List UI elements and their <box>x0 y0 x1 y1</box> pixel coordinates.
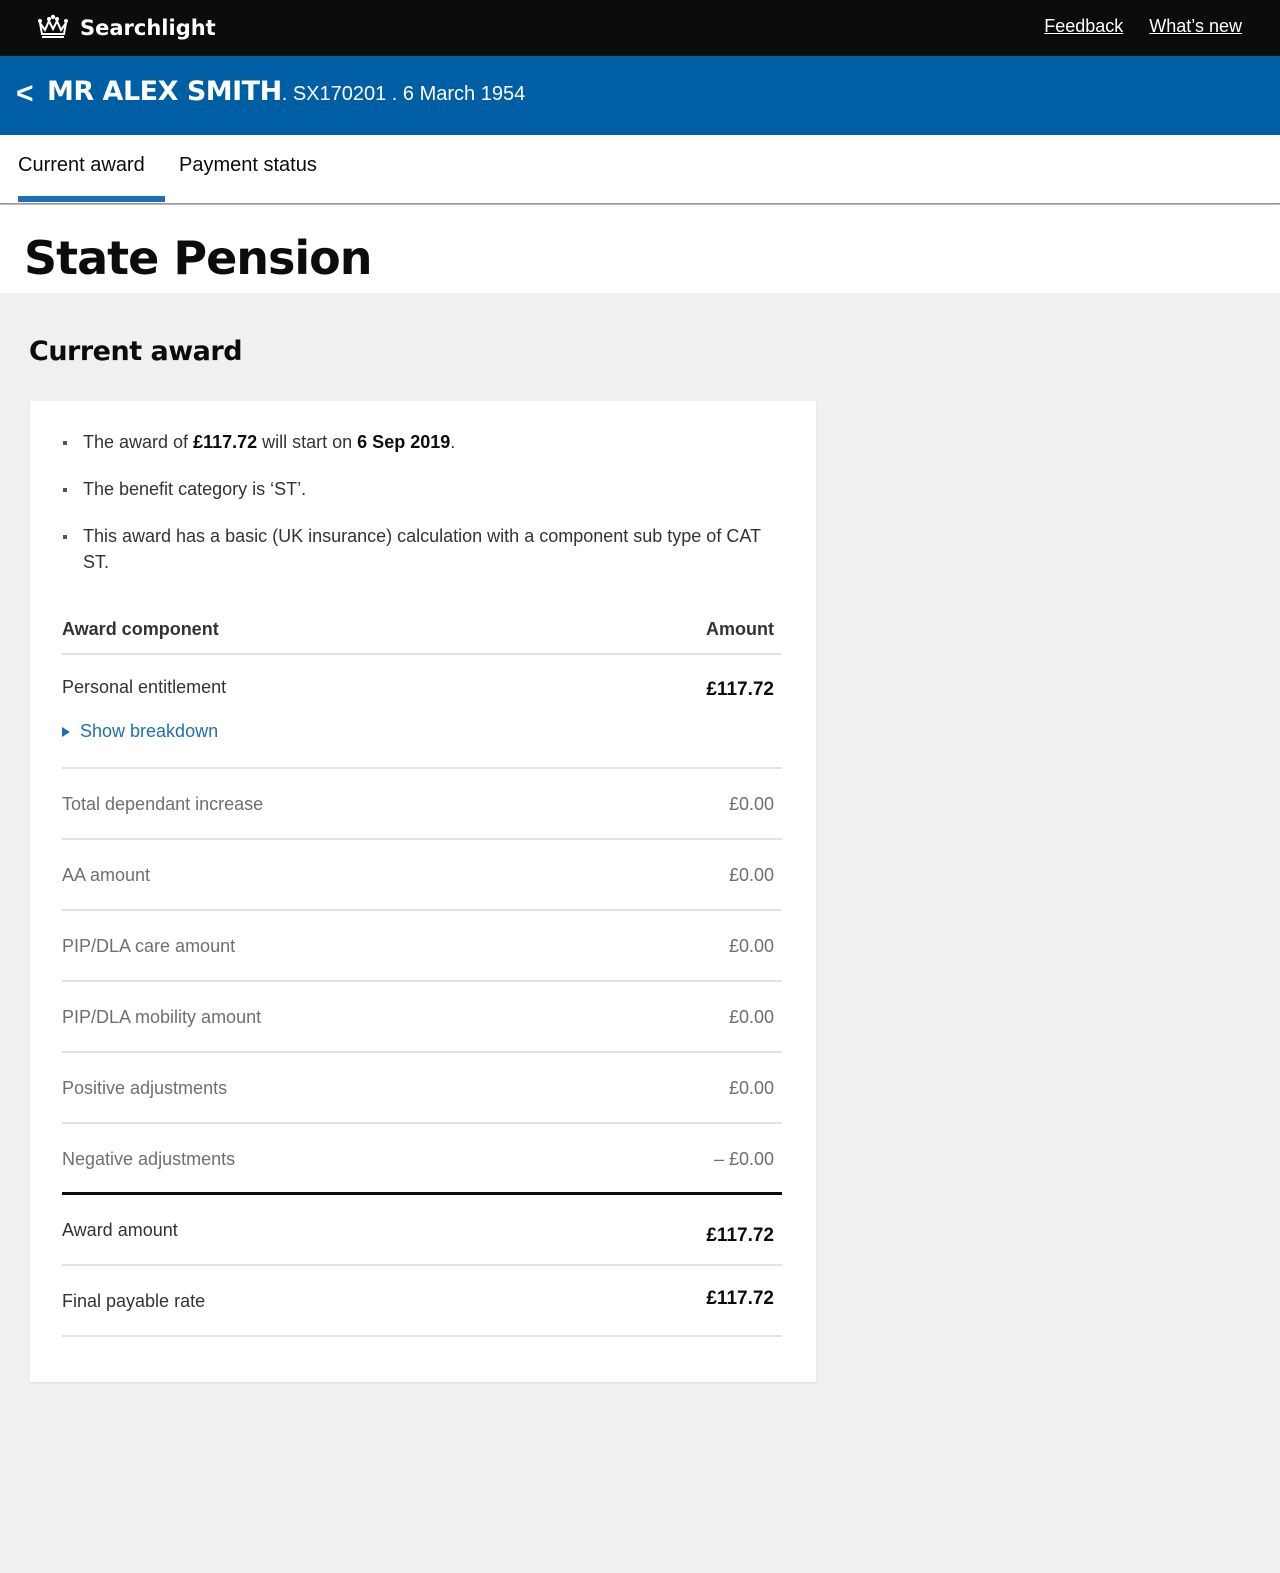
table-row: Positive adjustments £0.00 <box>62 1053 782 1124</box>
row-amount: £117.72 <box>706 1225 774 1246</box>
column-header-component: Award component <box>62 619 219 639</box>
table-row: PIP/DLA mobility amount £0.00 <box>62 982 782 1053</box>
row-amount: £0.00 <box>728 1007 774 1027</box>
tab-payment-status[interactable]: Payment status <box>179 154 317 177</box>
customer-name: MR ALEX SMITH <box>47 76 282 107</box>
table-row-award-amount: Award amount £117.72 <box>62 1195 782 1266</box>
title-bar: State Pension <box>0 205 1280 293</box>
award-start-amount: £117.72 <box>193 432 258 452</box>
active-tab-indicator <box>18 196 165 202</box>
table-row-final-payable-rate: Final payable rate £117.72 <box>62 1266 782 1337</box>
table-row: PIP/DLA care amount £0.00 <box>62 911 782 982</box>
tab-bar: Current award Payment status <box>0 135 1280 204</box>
row-amount: £0.00 <box>728 936 774 956</box>
customer-header: < MR ALEX SMITH . SX170201 . 6 March 195… <box>0 56 1280 135</box>
summary-text: The award of <box>83 432 194 452</box>
award-card: The award of £117.72 will start on 6 Sep… <box>30 401 816 1382</box>
table-row-personal-entitlement: Personal entitlement £117.72 Show breakd… <box>62 655 782 769</box>
show-breakdown-toggle[interactable]: Show breakdown <box>62 721 218 742</box>
row-label: AA amount <box>62 865 151 885</box>
brand[interactable]: Searchlight <box>36 12 216 44</box>
feedback-link[interactable]: Feedback <box>1044 16 1123 37</box>
summary-item-benefit-category: The benefit category is ‘ST’. <box>62 476 782 502</box>
page-title: State Pension <box>24 231 373 285</box>
summary-text: . <box>450 432 456 452</box>
back-chevron-icon[interactable]: < <box>16 76 34 112</box>
column-header-amount: Amount <box>706 619 774 639</box>
table-row: Total dependant increase £0.00 <box>62 769 782 840</box>
row-amount: £0.00 <box>728 865 774 885</box>
table-header: Award component Amount <box>62 611 782 655</box>
row-label: Negative adjustments <box>62 1149 236 1169</box>
row-amount: £0.00 <box>728 1078 774 1098</box>
table-row: Negative adjustments – £0.00 <box>62 1124 782 1195</box>
award-start-date: 6 Sep 2019 <box>357 432 451 452</box>
top-links: Feedback What’s new <box>1044 16 1242 37</box>
row-amount: £117.72 <box>706 679 774 700</box>
row-label: Final payable rate <box>62 1291 206 1311</box>
row-label: Total dependant increase <box>62 794 264 814</box>
row-label: PIP/DLA care amount <box>62 936 236 956</box>
row-amount: £0.00 <box>728 794 774 814</box>
tab-current-award[interactable]: Current award <box>18 154 145 177</box>
crown-icon <box>36 13 70 44</box>
row-label: Award amount <box>62 1220 178 1240</box>
row-label: Positive adjustments <box>62 1078 228 1098</box>
summary-text: will start on <box>257 432 358 452</box>
app-name: Searchlight <box>80 16 216 40</box>
row-amount: £117.72 <box>706 1288 774 1309</box>
customer-meta: . SX170201 . 6 March 1954 <box>281 83 526 105</box>
row-label: PIP/DLA mobility amount <box>62 1007 262 1027</box>
row-amount: – £0.00 <box>713 1149 774 1169</box>
summary-item-calculation: This award has a basic (UK insurance) ca… <box>62 523 782 575</box>
row-label: Personal entitlement <box>62 677 227 697</box>
section-heading: Current award <box>29 336 243 367</box>
summary-item-award-start: The award of £117.72 will start on 6 Sep… <box>62 429 782 455</box>
award-components-table: Award component Amount Personal entitlem… <box>62 611 782 1337</box>
top-bar: Searchlight Feedback What’s new <box>0 0 1280 56</box>
award-summary-list: The award of £117.72 will start on 6 Sep… <box>62 429 782 596</box>
whats-new-link[interactable]: What’s new <box>1149 16 1242 37</box>
disclosure-triangle-icon <box>62 726 70 737</box>
table-row: AA amount £0.00 <box>62 840 782 911</box>
customer-details: MR ALEX SMITH . SX170201 . 6 March 1954 <box>47 76 525 107</box>
show-breakdown-label: Show breakdown <box>80 721 219 741</box>
